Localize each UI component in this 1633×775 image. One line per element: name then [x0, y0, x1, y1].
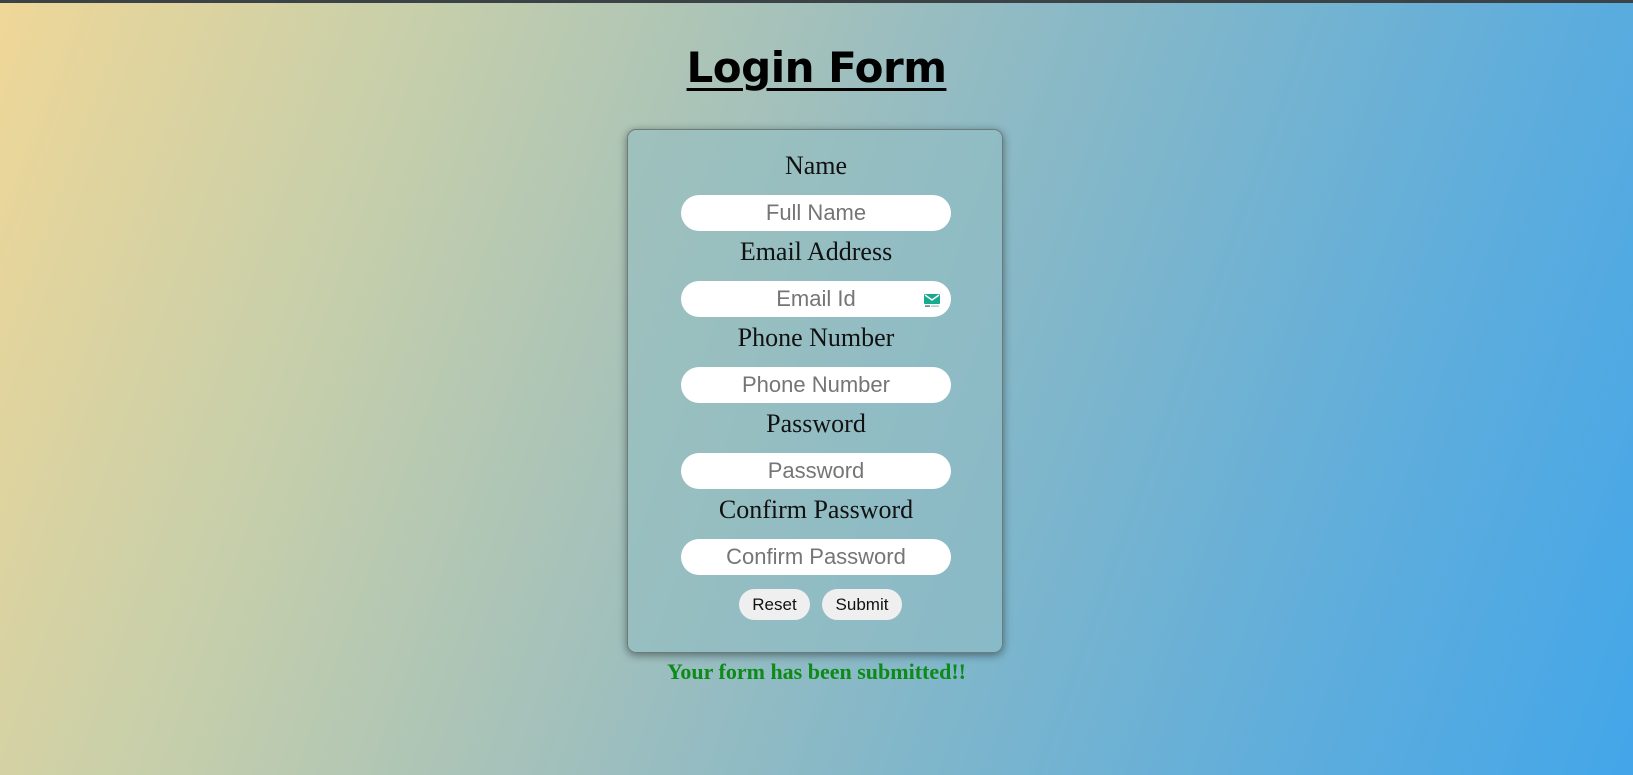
full-name-input[interactable] [681, 195, 951, 231]
submit-button[interactable]: Submit [822, 589, 902, 620]
top-border [0, 0, 1633, 3]
confirm-password-label: Confirm Password [718, 495, 914, 524]
submission-status-message: Your form has been submitted!! [666, 659, 967, 684]
reset-button[interactable]: Reset [739, 589, 810, 620]
email-input[interactable] [681, 281, 951, 317]
name-label: Name [784, 151, 848, 180]
login-form: Name Email Address Phone Number Password… [627, 129, 1003, 653]
mail-icon [924, 292, 940, 308]
page-title: Login Form [686, 43, 947, 92]
phone-input[interactable] [681, 367, 951, 403]
email-label: Email Address [739, 237, 893, 266]
password-label: Password [766, 409, 866, 438]
phone-label: Phone Number [737, 323, 895, 352]
password-input[interactable] [681, 453, 951, 489]
confirm-password-input[interactable] [681, 539, 951, 575]
